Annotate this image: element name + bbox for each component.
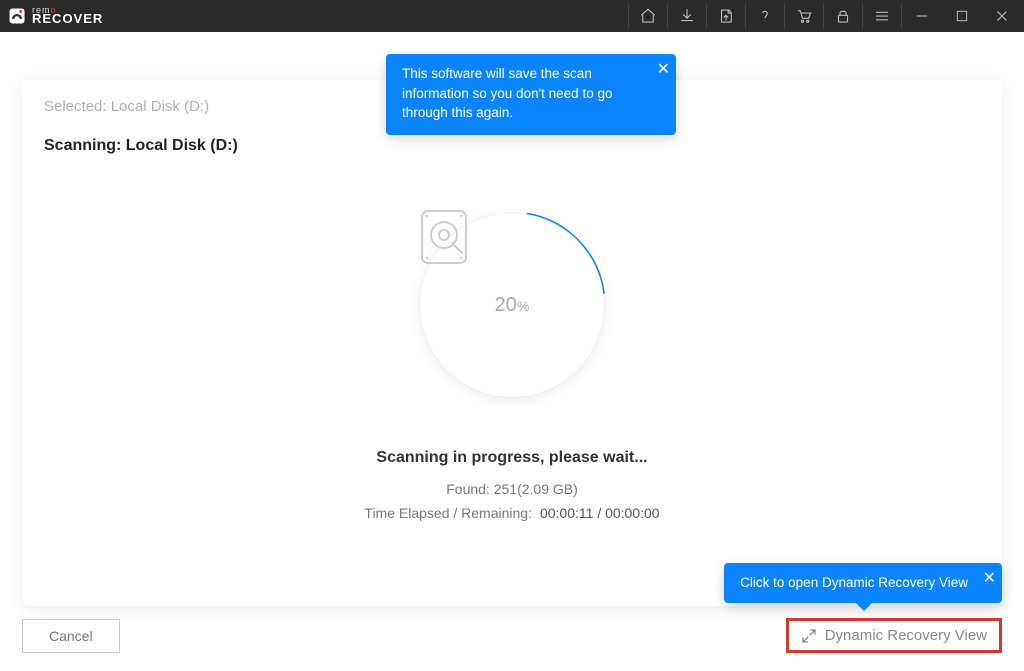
scan-card: Selected: Local Disk (D:) Scanning: Loca… <box>22 80 1002 606</box>
download-icon[interactable] <box>668 0 706 32</box>
cancel-button[interactable]: Cancel <box>22 619 120 653</box>
found-count-text: Found: 251(2.09 GB) <box>446 481 578 497</box>
disk-scan-icon <box>412 205 476 269</box>
titlebar: remo RECOVER <box>0 0 1024 32</box>
brand-line2: RECOVER <box>32 14 103 24</box>
logo-mark-icon <box>8 7 26 25</box>
drv-tooltip-text: Click to open Dynamic Recovery View <box>740 575 968 590</box>
progress-status-text: Scanning in progress, please wait... <box>376 449 647 467</box>
lock-icon[interactable] <box>824 0 862 32</box>
tooltip-close-icon[interactable]: ✕ <box>983 567 996 590</box>
drv-button-label: Dynamic Recovery View <box>825 627 987 644</box>
progress-percent: 20% <box>495 294 530 317</box>
update-icon[interactable] <box>707 0 745 32</box>
menu-icon[interactable] <box>863 0 901 32</box>
tooltip-close-icon[interactable]: ✕ <box>657 58 670 81</box>
expand-icon <box>801 628 817 644</box>
footer-bar: Cancel Dynamic Recovery View <box>22 618 1002 653</box>
maximize-button[interactable] <box>942 0 982 32</box>
time-elapsed-text: Time Elapsed / Remaining: 00:00:11 / 00:… <box>364 505 659 521</box>
close-window-button[interactable] <box>982 0 1022 32</box>
home-icon[interactable] <box>629 0 667 32</box>
drv-tooltip: ✕ Click to open Dynamic Recovery View <box>724 563 1002 603</box>
titlebar-controls <box>628 0 1022 32</box>
progress-circle: 20% <box>412 205 612 405</box>
scan-info-tooltip-text: This software will save the scan informa… <box>402 66 612 120</box>
scan-info-tooltip: ✕ This software will save the scan infor… <box>386 54 676 135</box>
scanning-disk-label: Scanning: Local Disk (D:) <box>44 137 980 155</box>
app-logo: remo RECOVER <box>8 7 103 25</box>
cart-icon[interactable] <box>785 0 823 32</box>
help-icon[interactable] <box>746 0 784 32</box>
progress-area: 20% Scanning in progress, please wait...… <box>44 205 980 521</box>
minimize-button[interactable] <box>902 0 942 32</box>
dynamic-recovery-view-button[interactable]: Dynamic Recovery View <box>786 618 1002 653</box>
